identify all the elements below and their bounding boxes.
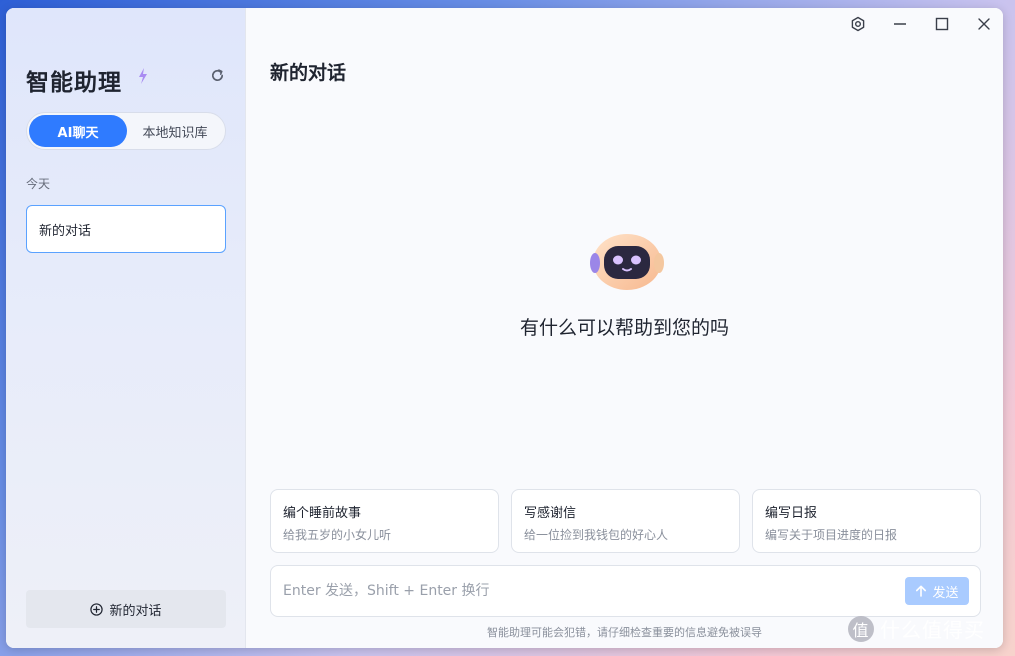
app-window: 智能助理 AI聊天 本地知识库 今天 新的对话 新的对话 新的对话 有什么可以帮…: [6, 8, 1003, 648]
conversation-item[interactable]: 新的对话: [26, 205, 226, 253]
watermark-logo-icon: 值: [848, 615, 874, 642]
suggestion-cards: 编个睡前故事 给我五岁的小女儿听 写感谢信 给一位捡到我钱包的好心人 编写日报 …: [270, 489, 981, 553]
tab-local-knowledge-base[interactable]: 本地知识库: [127, 115, 223, 147]
app-title: 智能助理: [26, 70, 122, 96]
watermark: 值 什么值得买: [848, 614, 985, 643]
new-conversation-button[interactable]: 新的对话: [26, 590, 226, 628]
minimize-icon[interactable]: [892, 16, 908, 32]
new-conversation-label: 新的对话: [109, 603, 162, 619]
message-input-box: 发送: [270, 565, 981, 617]
main-panel: 新的对话 有什么可以帮助到您的吗 编个睡前故事 给我五岁的小女儿听 写感谢信 给…: [246, 8, 1003, 648]
maximize-icon[interactable]: [934, 16, 950, 32]
greeting-text: 有什么可以帮助到您的吗: [519, 317, 729, 339]
suggestion-title: 编写日报: [765, 506, 818, 521]
robot-mascot-icon: [590, 234, 664, 290]
suggestion-card[interactable]: 编写日报 编写关于项目进度的日报: [752, 489, 981, 553]
add-circle-icon: [90, 602, 104, 616]
suggestion-card[interactable]: 编个睡前故事 给我五岁的小女儿听: [270, 489, 499, 553]
suggestion-desc: 给一位捡到我钱包的好心人: [524, 528, 669, 542]
suggestion-card[interactable]: 写感谢信 给一位捡到我钱包的好心人: [511, 489, 740, 553]
watermark-text: 什么值得买: [880, 618, 985, 642]
sidebar: 智能助理 AI聊天 本地知识库 今天 新的对话 新的对话: [6, 8, 246, 648]
suggestion-title: 写感谢信: [524, 506, 577, 521]
section-label-today: 今天: [26, 177, 51, 191]
suggestion-title: 编个睡前故事: [283, 506, 362, 521]
sparkle-icon: [139, 68, 147, 84]
refresh-icon[interactable]: [210, 68, 225, 83]
send-label: 发送: [932, 585, 959, 601]
send-button[interactable]: 发送: [905, 577, 969, 605]
settings-icon[interactable]: [850, 16, 866, 32]
message-input[interactable]: [283, 566, 883, 616]
tab-ai-chat[interactable]: AI聊天: [29, 115, 127, 147]
close-icon[interactable]: [976, 16, 992, 32]
page-title: 新的对话: [270, 62, 347, 84]
arrow-up-icon: [916, 585, 927, 597]
suggestion-desc: 给我五岁的小女儿听: [283, 528, 392, 542]
mode-toggle: AI聊天 本地知识库: [26, 112, 226, 150]
suggestion-desc: 编写关于项目进度的日报: [765, 528, 898, 542]
